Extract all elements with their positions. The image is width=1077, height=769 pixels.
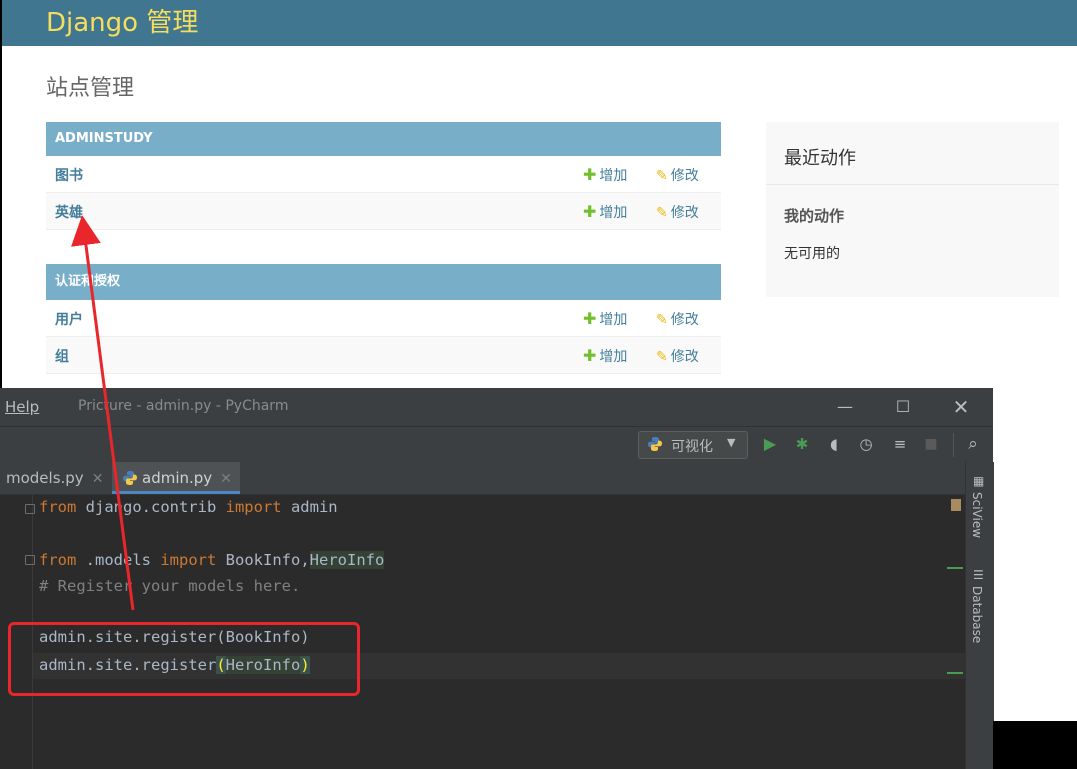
- recent-actions-title: 最近动作: [784, 148, 856, 169]
- editor-tabs: models.py ✕ admin.py ✕: [0, 462, 965, 495]
- sciview-tool-button[interactable]: SciView: [970, 492, 984, 538]
- app-caption-link[interactable]: ADMINSTUDY: [46, 122, 721, 156]
- concurrency-icon[interactable]: ≡: [889, 433, 911, 455]
- annotation-box: [8, 622, 360, 696]
- database-tool-button[interactable]: Database: [970, 586, 984, 643]
- window-title: Pricture - admin.py - PyCharm: [78, 398, 289, 414]
- toolbar-separator: [953, 433, 954, 457]
- code-line-1: from django.contrib import admin: [39, 498, 338, 516]
- django-admin-page: Django 管理 站点管理 ADMINSTUDY 图书 ✚ 增加 ✎ 修改 英雄 …: [0, 0, 1077, 390]
- model-link-user[interactable]: 用户: [55, 309, 83, 329]
- app-module-adminstudy: ADMINSTUDY 图书 ✚ 增加 ✎ 修改 英雄 ✚ 增加 ✎ 修改: [46, 122, 721, 230]
- toolbar: 可视化 ▼ ▶ ✱ ◖ ◷ ≡ ■ ⌕: [0, 426, 993, 463]
- pencil-icon: ✎: [656, 349, 668, 365]
- coverage-icon[interactable]: ◖: [823, 433, 845, 455]
- right-tool-strip: ▦ SciView ☰ Database: [965, 462, 994, 769]
- tab-admin-py[interactable]: admin.py ✕: [112, 462, 240, 494]
- page-title: 站点管理: [46, 76, 135, 101]
- desktop-background: [993, 721, 1077, 769]
- grid-icon: ▦: [973, 474, 985, 488]
- run-config-dropdown[interactable]: 可视化 ▼: [638, 431, 748, 459]
- model-row: 组 ✚ 增加 ✎ 修改: [46, 337, 721, 374]
- change-link[interactable]: ✎ 修改: [656, 309, 699, 329]
- title-bar: Help Pricture - admin.py - PyCharm — ☐ ✕: [0, 388, 993, 426]
- pencil-icon: ✎: [656, 312, 668, 328]
- change-link[interactable]: ✎ 修改: [656, 202, 699, 222]
- my-actions-title: 我的动作: [784, 207, 845, 225]
- add-link[interactable]: ✚ 增加: [583, 202, 627, 222]
- close-icon[interactable]: ✕: [946, 394, 976, 420]
- model-row: 图书 ✚ 增加 ✎ 修改: [46, 156, 721, 193]
- plus-icon: ✚: [583, 346, 597, 365]
- code-line-4-comment: # Register your models here.: [39, 577, 301, 595]
- plus-icon: ✚: [583, 309, 597, 328]
- search-icon[interactable]: ⌕: [962, 433, 984, 455]
- close-tab-icon[interactable]: ✕: [220, 471, 232, 487]
- maximize-icon[interactable]: ☐: [888, 394, 918, 420]
- add-link[interactable]: ✚ 增加: [583, 346, 627, 366]
- debug-icon[interactable]: ✱: [791, 433, 813, 455]
- fold-icon[interactable]: [25, 555, 35, 565]
- chevron-down-icon: ▼: [727, 436, 736, 449]
- plus-icon: ✚: [583, 202, 597, 221]
- no-actions-text: 无可用的: [784, 246, 840, 262]
- pencil-icon: ✎: [656, 168, 668, 184]
- app-caption-link[interactable]: 认证和授权: [46, 264, 721, 300]
- change-link[interactable]: ✎ 修改: [656, 346, 699, 366]
- model-link-group[interactable]: 组: [55, 346, 69, 366]
- database-icon: ☰: [973, 568, 984, 582]
- profile-icon[interactable]: ◷: [855, 433, 877, 455]
- model-link-book[interactable]: 图书: [55, 165, 83, 185]
- pycharm-window: Help Pricture - admin.py - PyCharm — ☐ ✕…: [0, 388, 994, 769]
- admin-branding-link[interactable]: Django 管理: [46, 2, 198, 39]
- add-link[interactable]: ✚ 增加: [583, 165, 627, 185]
- app-module-auth: 认证和授权 用户 ✚ 增加 ✎ 修改 组 ✚ 增加 ✎ 修改: [46, 264, 721, 374]
- change-link[interactable]: ✎ 修改: [656, 165, 699, 185]
- model-row: 用户 ✚ 增加 ✎ 修改: [46, 300, 721, 337]
- inspection-marker[interactable]: [951, 499, 961, 511]
- window-edge: [0, 0, 2, 390]
- divider: [766, 184, 1059, 185]
- run-config-label: 可视化: [671, 439, 713, 455]
- tab-models-py[interactable]: models.py ✕: [0, 462, 108, 494]
- menu-help[interactable]: Help: [5, 398, 39, 416]
- recent-actions-panel: 最近动作 我的动作 无可用的: [766, 122, 1059, 297]
- fold-icon[interactable]: [25, 504, 35, 514]
- stop-icon[interactable]: ■: [920, 433, 942, 455]
- run-icon[interactable]: ▶: [759, 433, 781, 455]
- change-marker: [947, 567, 963, 569]
- code-line-3: from .models import BookInfo,HeroInfo: [39, 551, 385, 569]
- change-marker: [947, 672, 963, 674]
- close-tab-icon[interactable]: ✕: [92, 471, 104, 487]
- python-icon: [648, 437, 662, 451]
- model-row: 英雄 ✚ 增加 ✎ 修改: [46, 193, 721, 230]
- python-file-icon: [123, 471, 137, 485]
- model-link-hero[interactable]: 英雄: [55, 202, 83, 222]
- add-link[interactable]: ✚ 增加: [583, 309, 627, 329]
- minimize-icon[interactable]: —: [830, 394, 860, 420]
- admin-header: Django 管理: [2, 0, 1077, 46]
- pencil-icon: ✎: [656, 205, 668, 221]
- plus-icon: ✚: [583, 165, 597, 184]
